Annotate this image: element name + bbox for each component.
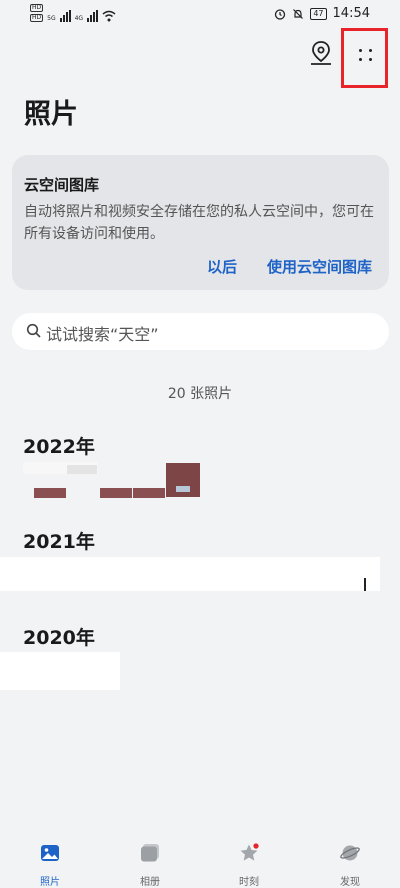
use-cloud-gallery-button[interactable]: 使用云空间图库 [267, 256, 372, 277]
photo-thumbnail[interactable] [166, 463, 200, 497]
cloud-card-title: 云空间图库 [24, 176, 100, 194]
wifi-icon [102, 10, 116, 22]
more-dot [369, 58, 372, 61]
tab-albums[interactable]: 相册 [120, 843, 180, 888]
network2-label: 4G [74, 15, 84, 22]
year-heading-2020: 2020年 [23, 627, 95, 649]
tab-label: 照片 [40, 877, 60, 888]
photos-icon [41, 845, 59, 861]
photos-screen: HD HD 5G 4G 47 14:54 照片 云空间图库 自动将照片和视频安全… [0, 0, 400, 888]
more-dot [359, 58, 362, 61]
sim1-label: HD [30, 4, 44, 12]
more-options-button[interactable] [341, 28, 388, 88]
alarm-icon [275, 8, 286, 20]
photo-edge [364, 578, 366, 591]
search-bar[interactable]: 试试搜索“天空” [12, 313, 389, 350]
later-button[interactable]: 以后 [207, 256, 237, 277]
photo-thumbnail[interactable] [100, 488, 132, 498]
photo-thumbnail[interactable] [133, 488, 165, 498]
status-right: 47 14:54 [274, 6, 370, 21]
cloud-gallery-card: 云空间图库 自动将照片和视频安全存储在您的私人云空间中，您可在所有设备访问和使用… [12, 155, 389, 290]
more-dots-icon [359, 49, 362, 52]
more-dot [369, 49, 372, 52]
clock-time: 14:54 [332, 6, 370, 21]
status-left: HD HD 5G 4G [30, 4, 116, 22]
tab-discover[interactable]: 发现 [320, 843, 380, 888]
photo-strip[interactable] [0, 652, 120, 690]
tab-moments[interactable]: 时刻 [219, 843, 279, 888]
photo-thumbnail[interactable] [67, 465, 97, 474]
sim2-label: HD [30, 14, 44, 22]
bottom-tab-bar: 照片 相册 时刻 发现 [0, 835, 400, 888]
location-pin-icon[interactable] [309, 40, 333, 66]
albums-icon [141, 844, 159, 862]
tab-label: 相册 [140, 877, 160, 888]
network1-label: 5G [47, 15, 56, 22]
signal-icon-2 [87, 10, 99, 22]
photo-count: 20 张照片 [167, 386, 233, 402]
status-bar: HD HD 5G 4G 47 14:54 [0, 0, 400, 30]
cloud-card-description: 自动将照片和视频安全存储在您的私人云空间中，您可在所有设备访问和使用。 [24, 204, 374, 242]
search-icon [26, 323, 41, 338]
planet-icon [340, 845, 360, 861]
tab-photos[interactable]: 照片 [20, 843, 80, 888]
signal-icon [59, 10, 71, 22]
photo-strip[interactable] [0, 557, 380, 591]
battery-icon: 47 [310, 7, 327, 20]
year-heading-2022: 2022年 [23, 436, 95, 458]
year-heading-2021: 2021年 [23, 531, 95, 553]
search-input[interactable]: 试试搜索“天空” [46, 321, 159, 345]
sim-indicators: HD HD [30, 4, 44, 22]
tab-label: 时刻 [239, 877, 259, 888]
page-title: 照片 [24, 99, 78, 130]
star-icon [240, 843, 259, 861]
photo-thumbnail[interactable] [34, 488, 66, 498]
thumbnail-detail [176, 486, 190, 492]
tab-label: 发现 [340, 877, 360, 888]
mute-bell-icon [293, 8, 304, 19]
